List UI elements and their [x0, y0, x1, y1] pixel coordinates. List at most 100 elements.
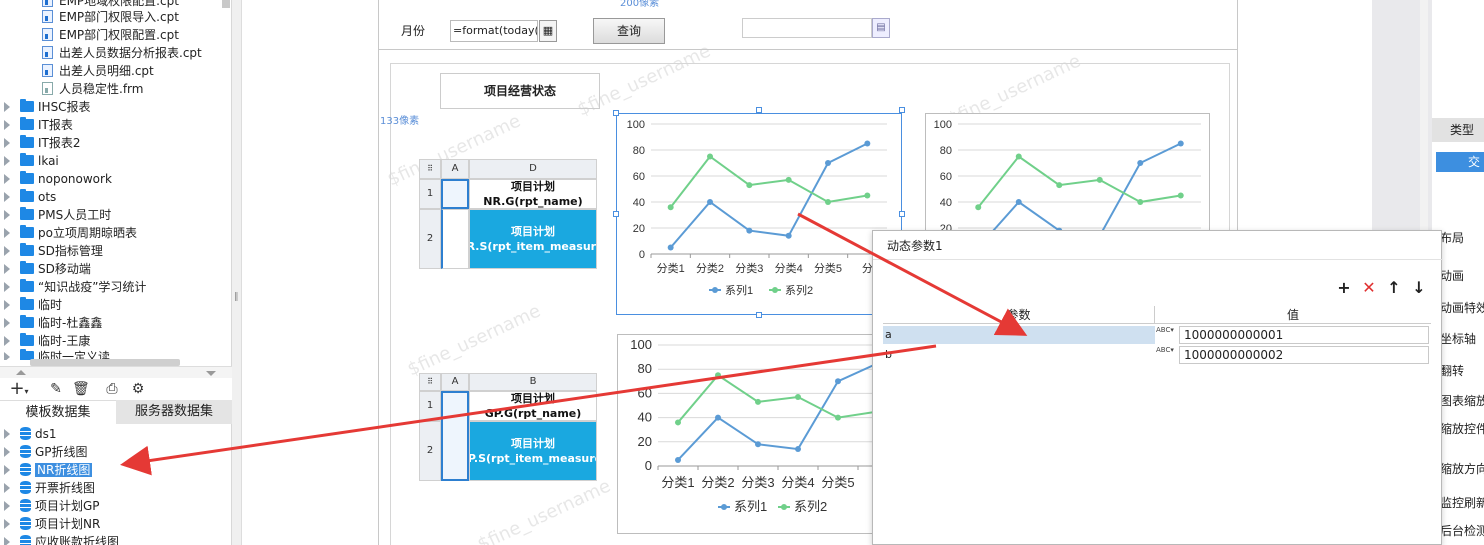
tree-folder[interactable]: ots	[4, 188, 56, 206]
dataset-settings-icon[interactable]: ⚙	[130, 380, 146, 398]
expand-arrow-icon[interactable]	[4, 120, 10, 130]
edit-pencil-icon[interactable]: ✎	[48, 380, 64, 398]
row-header[interactable]: 1	[419, 179, 441, 209]
type-tab[interactable]: 类型	[1432, 118, 1484, 142]
text-type-icon[interactable]: ABC▾	[1156, 326, 1176, 344]
grid-cell-name[interactable]: 项目计划GP.G(rpt_name)	[469, 391, 597, 421]
expand-arrow-icon[interactable]	[4, 192, 10, 202]
row-header[interactable]: 1	[419, 391, 441, 421]
tree-file[interactable]: EMP部门权限配置.cpt	[42, 26, 179, 44]
property-animation[interactable]: 动画	[1440, 267, 1464, 284]
embedded-grid-2[interactable]: ⠿ A B 1 2 项目计划GP.G(rpt_name) 项目计划GP.S(rp…	[419, 373, 597, 481]
report-title-cell[interactable]: 项目经营状态	[440, 73, 600, 109]
property-zoom-direction[interactable]: 缩放方向	[1440, 460, 1484, 477]
expand-arrow-icon[interactable]	[4, 336, 10, 346]
grid-cell-measure[interactable]: 项目计划NR.S(rpt_item_measure)	[469, 209, 597, 269]
add-dataset-icon[interactable]: +▾	[6, 380, 32, 398]
expand-arrow-icon[interactable]	[4, 300, 10, 310]
expand-arrow-icon[interactable]	[4, 282, 10, 292]
property-flip[interactable]: 翻转	[1440, 362, 1464, 379]
column-header[interactable]: A	[441, 159, 469, 179]
dataset-item[interactable]: GP折线图	[4, 443, 88, 461]
calendar-icon[interactable]: ▦	[539, 20, 557, 42]
expand-arrow-icon[interactable]	[4, 447, 10, 457]
tree-folder[interactable]: 临时-杜鑫鑫	[4, 314, 102, 332]
grid-cell-selected[interactable]	[441, 391, 469, 481]
expand-arrow-icon[interactable]	[4, 465, 10, 475]
expand-arrow-icon[interactable]	[4, 537, 10, 545]
query-button[interactable]: 查询	[593, 18, 665, 44]
expand-arrow-icon[interactable]	[4, 352, 10, 360]
expand-arrow-icon[interactable]	[4, 246, 10, 256]
property-animation-effect[interactable]: 动画特效	[1440, 299, 1484, 316]
dataset-item-selected[interactable]: NR折线图	[4, 461, 93, 479]
property-monitor-refresh[interactable]: 监控刷新	[1440, 494, 1484, 511]
expand-arrow-icon[interactable]	[4, 519, 10, 529]
row-header[interactable]: 2	[419, 421, 441, 481]
grid-cell-name[interactable]: 项目计划NR.G(rpt_name)	[469, 179, 597, 209]
grid-cell[interactable]	[441, 209, 469, 269]
tab-template-datasets[interactable]: 模板数据集	[0, 400, 116, 424]
dataset-item[interactable]: ds1	[4, 425, 57, 443]
delete-icon[interactable]: ✕	[1360, 279, 1378, 297]
tree-file[interactable]: EMP部门权限导入.cpt	[42, 8, 179, 26]
tree-folder[interactable]: SD移动端	[4, 260, 91, 278]
move-down-icon[interactable]: ↓	[1410, 279, 1428, 297]
resize-handle[interactable]	[613, 211, 619, 217]
tree-folder[interactable]: IT报表	[4, 116, 73, 134]
property-layout[interactable]: 布局	[1440, 229, 1464, 246]
param-name-cell[interactable]: a	[883, 326, 1155, 344]
expand-arrow-icon[interactable]	[4, 174, 10, 184]
row-header[interactable]: 2	[419, 209, 441, 269]
grid-cell-measure[interactable]: 项目计划GP.S(rpt_item_measure)	[469, 421, 597, 481]
tree-horizontal-scrollbar[interactable]	[30, 359, 180, 366]
resize-handle[interactable]	[756, 107, 762, 113]
param-input-2[interactable]	[742, 18, 872, 38]
column-header[interactable]: B	[469, 373, 597, 391]
tree-folder[interactable]: “知识战疫”学习统计	[4, 278, 146, 296]
embedded-grid-1[interactable]: ⠿ A D 1 2 项目计划NR.G(rpt_name) 项目计划NR.S(rp…	[419, 159, 597, 269]
tree-file[interactable]: 出差人员明细.cpt	[42, 62, 154, 80]
expand-arrow-icon[interactable]	[4, 318, 10, 328]
tree-vertical-scrollbar[interactable]	[222, 0, 230, 8]
tree-folder[interactable]: po立项周期晾晒表	[4, 224, 137, 242]
line-chart-1[interactable]: 0 20 40 60 80 100 分类1 分类2 分类3 分类4 分类5 分系列1 系列2	[616, 113, 902, 315]
grid-cell-selected[interactable]	[441, 179, 469, 209]
collapse-down-icon[interactable]	[206, 371, 216, 376]
grid-corner-icon[interactable]: ⠿	[419, 373, 441, 391]
dataset-item[interactable]: 开票折线图	[4, 479, 95, 497]
param-name-cell[interactable]: b	[883, 346, 1155, 364]
delete-trash-icon[interactable]: 🗑	[72, 380, 90, 398]
param-picker-icon[interactable]: ▤	[872, 18, 890, 38]
tree-folder[interactable]: 临时	[4, 296, 62, 314]
text-type-icon[interactable]: ABC▾	[1156, 346, 1176, 364]
tree-folder[interactable]: SD指标管理	[4, 242, 103, 260]
expand-arrow-icon[interactable]	[4, 264, 10, 274]
panel-splitter[interactable]	[0, 366, 232, 378]
expand-arrow-icon[interactable]	[4, 483, 10, 493]
expand-arrow-icon[interactable]	[4, 156, 10, 166]
dataset-item[interactable]: 应收账款折线图	[4, 533, 119, 545]
expand-arrow-icon[interactable]	[4, 228, 10, 238]
vertical-splitter[interactable]: ‖	[232, 0, 242, 545]
grid-corner-icon[interactable]: ⠿	[419, 159, 441, 179]
column-header[interactable]: A	[441, 373, 469, 391]
tree-folder[interactable]: PMS人员工时	[4, 206, 111, 224]
expand-arrow-icon[interactable]	[4, 501, 10, 511]
tree-file[interactable]: 人员稳定性.frm	[42, 80, 143, 98]
resize-handle[interactable]	[899, 211, 905, 217]
resize-handle[interactable]	[756, 312, 762, 318]
column-header[interactable]: D	[469, 159, 597, 179]
expand-arrow-icon[interactable]	[4, 102, 10, 112]
move-up-icon[interactable]: ↑	[1385, 279, 1403, 297]
dataset-item[interactable]: 项目计划GP	[4, 497, 100, 515]
tree-file[interactable]: 出差人员数据分析报表.cpt	[42, 44, 202, 62]
property-zoom-control[interactable]: 缩放控件	[1440, 420, 1484, 437]
interaction-tab[interactable]: 交	[1436, 152, 1484, 172]
param-value-input[interactable]: 1000000000001	[1179, 326, 1429, 344]
tree-folder[interactable]: noponowork	[4, 170, 112, 188]
add-icon[interactable]: +	[1335, 279, 1353, 297]
tree-folder[interactable]: IT报表2	[4, 134, 81, 152]
expand-arrow-icon[interactable]	[4, 138, 10, 148]
property-axis[interactable]: 坐标轴	[1440, 330, 1476, 347]
